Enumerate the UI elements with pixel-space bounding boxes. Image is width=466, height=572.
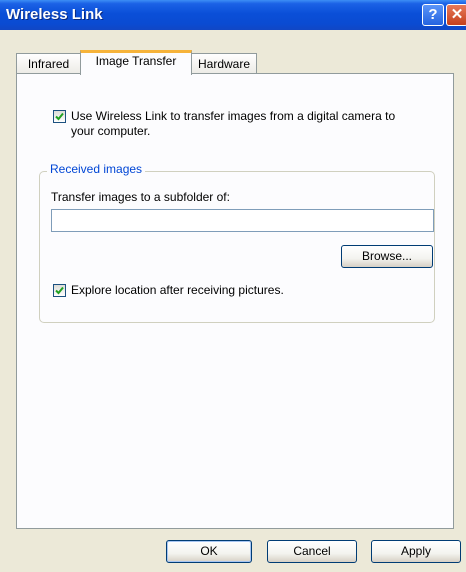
tab-panel: Use Wireless Link to transfer images fro… (16, 73, 454, 529)
window-title: Wireless Link (6, 6, 103, 23)
browse-button[interactable]: Browse... (341, 245, 433, 268)
subfolder-path-input[interactable] (51, 209, 434, 232)
title-bar[interactable]: Wireless Link ? ✕ (0, 0, 466, 30)
subfolder-label: Transfer images to a subfolder of: (51, 190, 230, 204)
cancel-button[interactable]: Cancel (267, 540, 357, 563)
tab-image-transfer[interactable]: Image Transfer (80, 50, 192, 75)
explore-location-checkbox[interactable] (53, 284, 66, 297)
dialog-window: Wireless Link ? ✕ Infrared Image Transfe… (0, 0, 466, 572)
use-wireless-link-label-line1: Use Wireless Link to transfer images fro… (71, 109, 396, 123)
received-images-legend: Received images (47, 162, 146, 176)
checkmark-icon (55, 112, 64, 121)
ok-button[interactable]: OK (166, 540, 252, 563)
help-icon[interactable]: ? (422, 4, 444, 26)
use-wireless-link-label-line2: your computer. (71, 124, 151, 138)
apply-button[interactable]: Apply (371, 540, 461, 563)
checkmark-icon (55, 286, 64, 295)
use-wireless-link-checkbox[interactable] (53, 110, 66, 123)
explore-location-label: Explore location after receiving picture… (71, 283, 284, 297)
tab-hardware[interactable]: Hardware (191, 53, 257, 74)
close-icon[interactable]: ✕ (446, 4, 466, 26)
tab-infrared[interactable]: Infrared (16, 53, 81, 74)
